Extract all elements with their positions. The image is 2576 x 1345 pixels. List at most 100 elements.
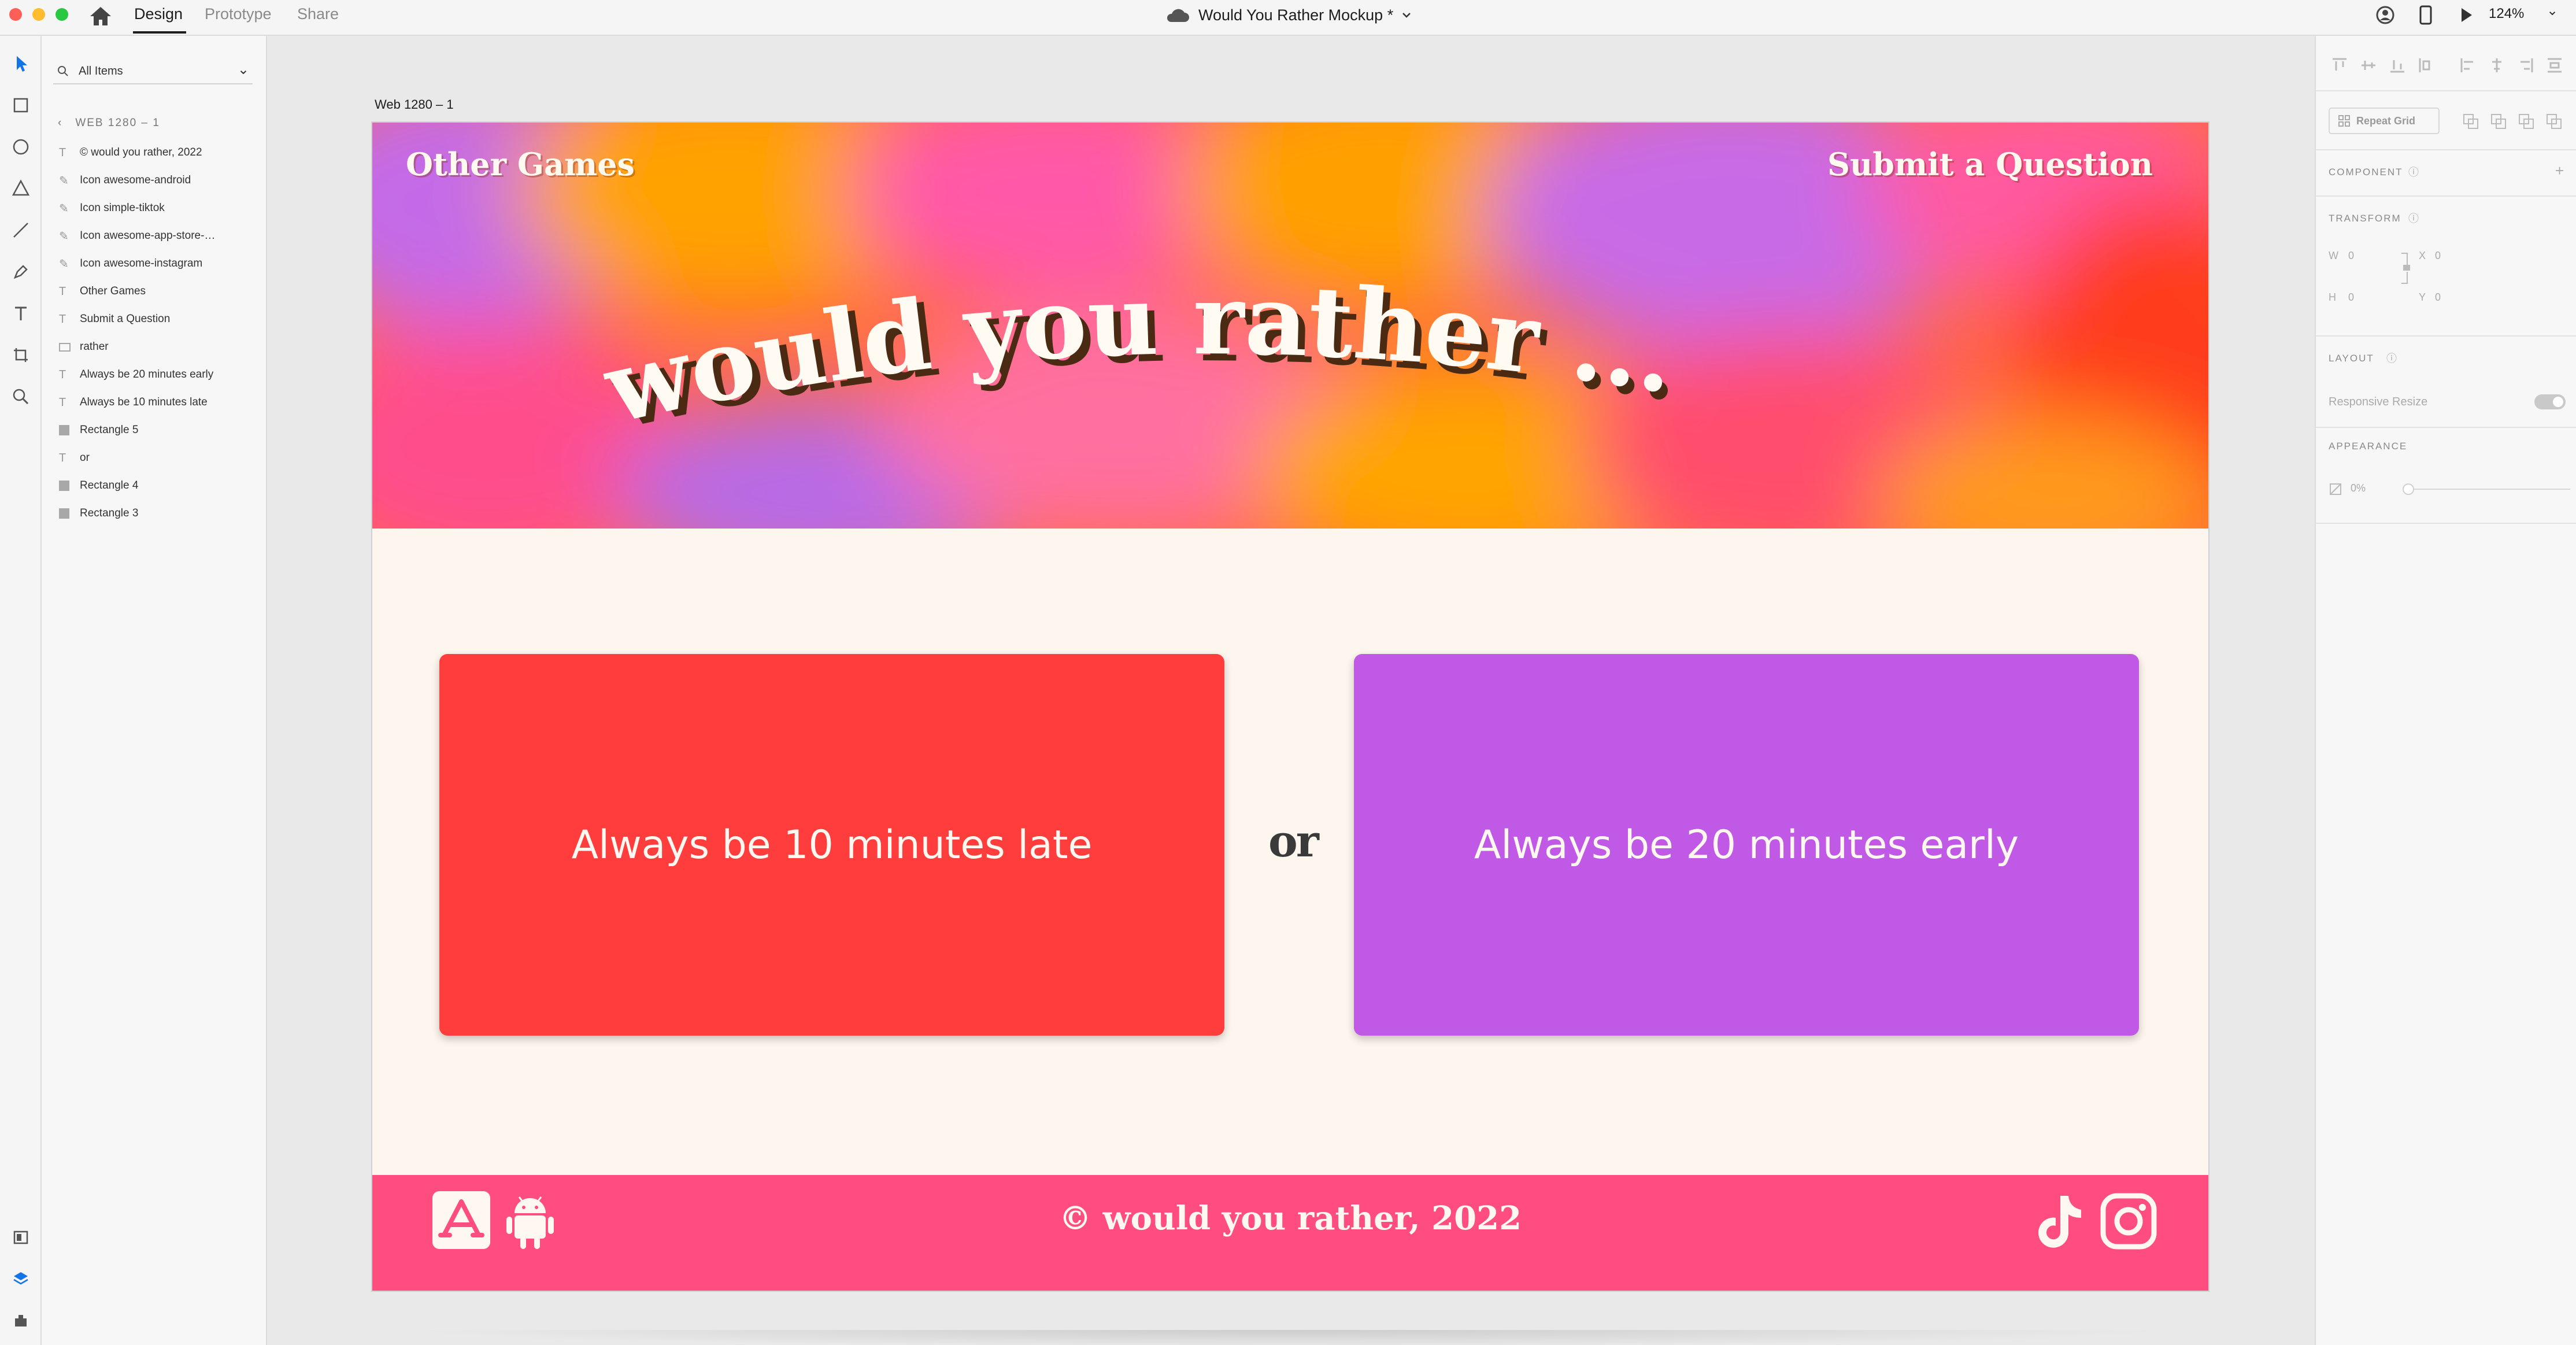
layer-item-label: Submit a Question	[80, 313, 171, 325]
x-label: X	[2419, 250, 2426, 261]
divider	[2316, 427, 2576, 428]
zoom-chevron-icon[interactable]: ⌄	[2547, 2, 2558, 19]
user-account-icon[interactable]	[2374, 3, 2397, 27]
layer-item-label: Always be 10 minutes late	[80, 396, 208, 408]
maximize-window-button[interactable]	[55, 8, 68, 21]
chevron-down-icon	[1402, 13, 1411, 18]
top-bar: Design Prototype Share Would You Rather …	[0, 0, 2576, 36]
select-tool-icon[interactable]	[8, 51, 34, 76]
instagram-icon[interactable]	[2100, 1192, 2157, 1250]
info-icon[interactable]: ⓘ	[2408, 164, 2419, 179]
layer-item[interactable]: ✎ Icon awesome-android	[59, 169, 258, 192]
submit-question-link[interactable]: Submit a Question	[1827, 146, 2153, 183]
hero-banner: would you rather ... would you rather ..…	[372, 123, 2208, 529]
x-input[interactable]: 0	[2435, 250, 2441, 262]
option-left-card[interactable]: Always be 10 minutes late	[439, 654, 1224, 1036]
layer-item[interactable]: Rectangle 4	[59, 474, 258, 497]
plugins-panel-icon[interactable]	[8, 1308, 34, 1333]
boolean-exclude-icon[interactable]	[2544, 111, 2564, 132]
align-right-icon[interactable]	[2516, 56, 2536, 75]
layer-item[interactable]: T © would you rather, 2022	[59, 141, 258, 164]
layer-item[interactable]: T Always be 20 minutes early	[59, 363, 258, 386]
polygon-tool-icon[interactable]	[8, 176, 34, 201]
repeat-grid-button[interactable]: Repeat Grid	[2329, 108, 2440, 134]
layer-item[interactable]: ✎ Icon simple-tiktok	[59, 197, 258, 220]
layers-panel-icon[interactable]	[8, 1266, 34, 1292]
zoom-tool-icon[interactable]	[8, 384, 34, 409]
boolean-add-icon[interactable]	[2460, 111, 2481, 132]
layer-item-label: Other Games	[80, 285, 146, 297]
align-middle-icon[interactable]	[2359, 56, 2378, 75]
distribute-horizontal-icon[interactable]	[2416, 56, 2436, 75]
layer-item[interactable]: T Submit a Question	[59, 308, 258, 331]
boolean-subtract-icon[interactable]	[2488, 111, 2509, 132]
responsive-resize-toggle[interactable]	[2534, 394, 2566, 409]
align-bottom-icon[interactable]	[2388, 56, 2407, 75]
chevron-left-icon: ‹	[58, 117, 63, 129]
footer-bar: © would you rather, 2022	[372, 1175, 2208, 1291]
width-input[interactable]: 0	[2348, 250, 2354, 262]
chevron-down-icon: ⌄	[237, 62, 249, 77]
responsive-resize-label: Responsive Resize	[2329, 396, 2428, 408]
layer-item[interactable]: Rectangle 5	[59, 419, 258, 442]
width-label: W	[2329, 250, 2338, 261]
layout-heading: LAYOUT	[2329, 353, 2374, 364]
layer-item[interactable]: ✎ Icon awesome-app-store-…	[59, 224, 258, 247]
tool-rail	[0, 36, 42, 1345]
layer-item-label: Rectangle 4	[80, 479, 139, 492]
distribute-vertical-icon[interactable]	[2545, 56, 2564, 75]
tiktok-icon[interactable]	[2035, 1192, 2085, 1250]
minimize-window-button[interactable]	[32, 8, 45, 21]
opacity-input[interactable]: 0%	[2351, 482, 2366, 494]
home-icon[interactable]	[87, 3, 114, 29]
height-input[interactable]: 0	[2348, 291, 2354, 304]
layer-item-label: © would you rather, 2022	[80, 146, 202, 158]
tab-prototype[interactable]: Prototype	[205, 5, 272, 23]
artboard-tool-icon[interactable]	[8, 342, 34, 368]
layers-breadcrumb[interactable]: ‹ WEB 1280 – 1	[58, 117, 160, 130]
rectangle-tool-icon[interactable]	[8, 93, 34, 118]
artboard-label[interactable]: Web 1280 – 1	[375, 97, 454, 112]
boolean-intersect-icon[interactable]	[2516, 111, 2537, 132]
other-games-link[interactable]: Other Games	[406, 146, 635, 183]
divider	[2316, 523, 2576, 524]
layers-filter-dropdown[interactable]: All Items ⌄	[53, 58, 253, 84]
y-input[interactable]: 0	[2435, 291, 2441, 304]
pen-tool-icon[interactable]	[8, 259, 34, 284]
layer-item[interactable]: T Always be 10 minutes late	[59, 391, 258, 414]
artboard[interactable]: would you rather ... would you rather ..…	[372, 123, 2208, 1291]
info-icon[interactable]: ⓘ	[2408, 210, 2419, 226]
tab-share[interactable]: Share	[297, 5, 339, 23]
ellipse-tool-icon[interactable]	[8, 134, 34, 160]
component-heading: COMPONENT	[2329, 167, 2403, 178]
layer-item[interactable]: T Other Games	[59, 280, 258, 303]
layer-item-label: Icon simple-tiktok	[80, 202, 165, 214]
divider	[2316, 335, 2576, 337]
image-icon	[59, 341, 80, 354]
lock-aspect-icon[interactable]	[2399, 251, 2411, 286]
info-icon[interactable]: ⓘ	[2386, 350, 2397, 365]
layer-item[interactable]: T or	[59, 446, 258, 470]
tab-design[interactable]: Design	[134, 5, 183, 23]
assets-panel-icon[interactable]	[8, 1225, 34, 1250]
zoom-level[interactable]: 124%	[2489, 6, 2524, 22]
layer-item[interactable]: Rectangle 3	[59, 502, 258, 525]
opacity-slider-track[interactable]	[2407, 489, 2570, 490]
document-title[interactable]: Would You Rather Mockup *	[1165, 3, 1412, 27]
text-tool-icon[interactable]	[8, 301, 34, 326]
option-right-card[interactable]: Always be 20 minutes early	[1354, 654, 2139, 1036]
align-left-icon[interactable]	[2458, 56, 2478, 75]
line-tool-icon[interactable]	[8, 217, 34, 243]
appearance-heading: APPEARANCE	[2329, 441, 2408, 452]
align-center-icon[interactable]	[2487, 56, 2507, 75]
opacity-slider-handle[interactable]	[2403, 483, 2414, 495]
layer-item[interactable]: rather	[59, 335, 258, 359]
layer-item[interactable]: ✎ Icon awesome-instagram	[59, 252, 258, 275]
align-top-icon[interactable]	[2330, 56, 2349, 75]
play-icon[interactable]	[2456, 3, 2477, 27]
option-left-text: Always be 10 minutes late	[571, 822, 1093, 868]
close-window-button[interactable]	[9, 8, 22, 21]
add-component-icon[interactable]: +	[2555, 162, 2564, 180]
layer-item-label: or	[80, 452, 90, 464]
device-preview-icon[interactable]	[2415, 3, 2436, 27]
